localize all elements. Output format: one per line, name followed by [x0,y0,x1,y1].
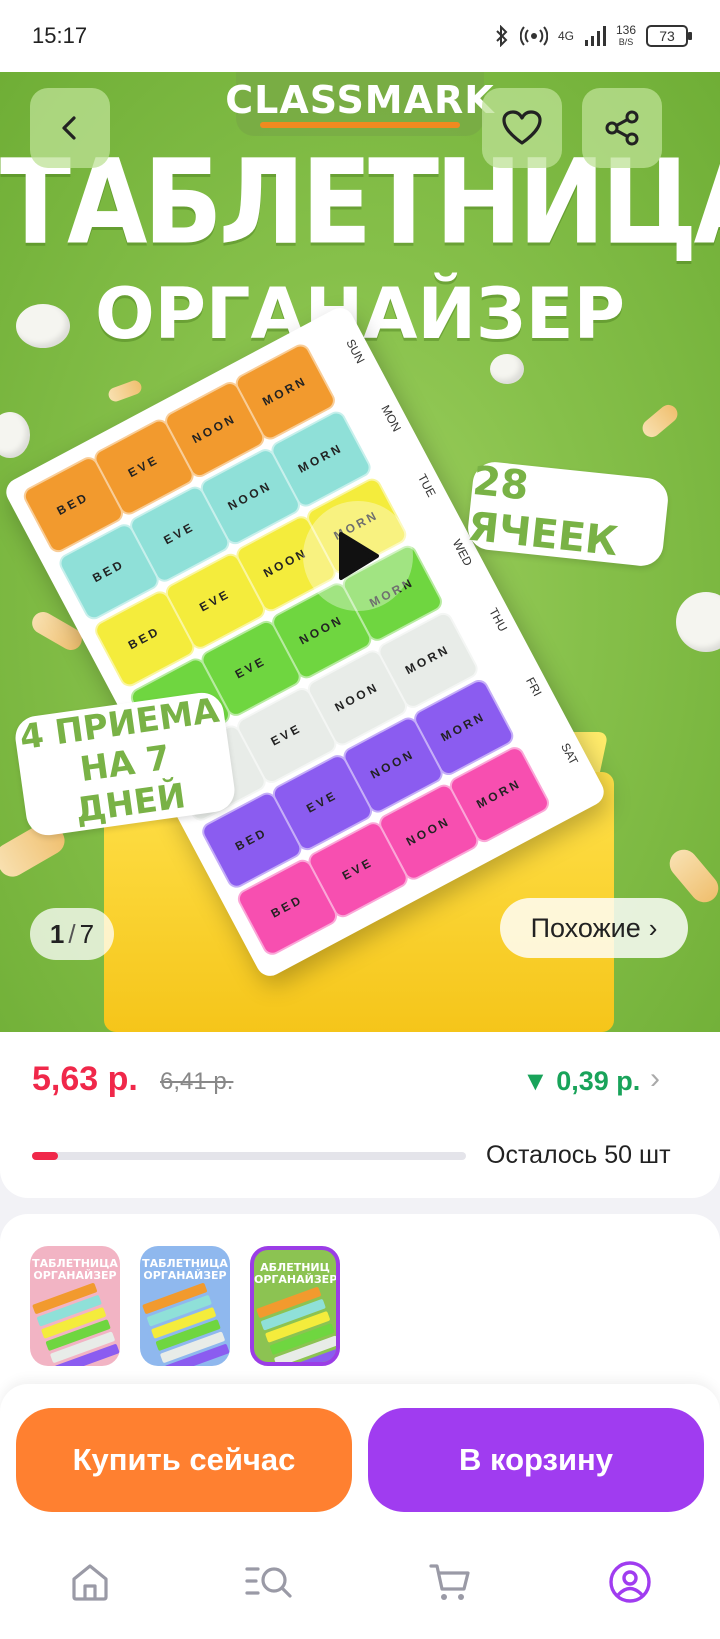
cell-slot-label: NOON [368,746,418,782]
cell-slot-label: NOON [403,813,453,849]
network-type: 4G [557,29,574,43]
counter-current: 1 [49,918,65,949]
bluetooth-icon [496,25,508,47]
counter-separator: / [68,918,76,949]
cell-slot-label: BED [90,556,128,586]
share-button[interactable] [582,88,662,168]
status-icons: 4G 136 B/S 73 [494,24,692,48]
nav-cart[interactable] [360,1524,540,1639]
signal-icon [584,26,606,46]
price-section: 5,63 р. 6,41 р. ▼ 0,39 р. › Осталось 50 … [0,1032,720,1198]
cell-slot-label: BED [232,825,270,854]
nav-home[interactable] [0,1524,180,1639]
similar-products-button[interactable]: Похожие › [500,898,688,958]
play-icon [339,532,379,580]
bottom-navigation [0,1524,720,1639]
brand-name: CLASSMARK [225,78,495,122]
old-price: 6,41 р. [160,1068,234,1095]
stock-progress-bar [32,1152,466,1160]
add-to-cart-button[interactable]: В корзину [368,1408,704,1512]
cell-slot-label: MORN [438,709,489,745]
home-icon [72,1563,108,1601]
nav-profile[interactable] [540,1524,720,1639]
image-counter: 1 / 7 [30,908,114,960]
buy-now-button[interactable]: Купить сейчас [16,1408,352,1512]
speed-unit: B/S [618,37,634,47]
pill-decoration [0,412,30,458]
product-thumbnail[interactable]: ТАБЛЕТНИЦА ОРГАНАЙЗЕР [140,1246,230,1366]
counter-total: 7 [79,918,95,949]
cell-slot-label: MORN [402,641,453,678]
badge-28-cells: 28 ЯЧЕЕК [466,458,671,569]
cell-slot-label: EVE [197,586,233,615]
cell-slot-label: EVE [232,653,269,682]
back-button[interactable] [30,88,110,168]
speed-value: 136 [615,23,636,37]
cell-slot-label: EVE [125,452,162,481]
nav-catalog[interactable] [180,1524,360,1639]
chevron-right-icon: › [648,912,658,943]
heart-icon [502,110,542,145]
cell-slot-label: NOON [189,411,239,447]
stock-progress-fill [32,1152,59,1160]
network-speed: 136 B/S [616,24,636,48]
cell-slot-label: BED [268,892,306,921]
brand-underline [260,122,460,128]
cart-icon [429,1563,470,1600]
cell-slot-label: MORN [260,373,310,409]
thumbnail-title: ТАБЛЕТНИЦА ОРГАНАЙЗЕР [32,1257,118,1282]
cell-slot-label: NOON [332,679,382,715]
capsule-decoration [663,844,720,908]
brand-logo: CLASSMARK [225,72,494,136]
discount-amount[interactable]: ▼ 0,39 р. [522,1066,640,1097]
product-thumbnail[interactable]: ТАБЛЕТНИЦА ОРГАНАЙЗЕР [30,1246,120,1366]
pill-decoration [676,592,720,652]
cell-slot-label: NOON [225,478,275,514]
product-gallery[interactable]: CLASSMARK ТАБЛЕТНИЦА ОРГАНАЙЗЕР MORN NOON… [0,72,720,1032]
favorite-button[interactable] [482,88,562,168]
cell-slot-label: MORN [295,440,346,476]
cell-slot-label: NOON [296,612,346,648]
cell-slot-label: EVE [339,854,376,883]
status-bar: 15:17 4G 136 B/S 73 [0,0,720,72]
thumbnail-organizer-image [142,1282,230,1366]
pill-decoration [490,354,524,384]
share-icon [605,110,639,146]
stock-remaining: Осталось 50 шт [486,1141,671,1169]
capsule-decoration [638,401,682,441]
play-video-button[interactable] [303,501,413,611]
profile-icon [609,1560,651,1603]
cell-slot-label: EVE [304,787,340,816]
thumbnail-title: ТАБЛЕТНИЦА ОРГАНАЙЗЕР [142,1257,228,1282]
status-time: 15:17 [32,23,88,48]
battery-level: 73 [659,28,675,44]
chevron-left-icon [62,116,76,140]
thumbnail-title: АБЛЕТНИЦ ОРГАНАЙЗЕР [254,1261,338,1286]
current-price: 5,63 р. [32,1060,138,1098]
thumbnail-organizer-image [32,1282,120,1366]
thumbnail-organizer-image [256,1286,336,1362]
similar-label: Похожие [530,912,641,943]
cell-slot-label: BED [125,623,163,653]
battery-icon: 73 [646,25,692,47]
cell-slot-label: BED [54,489,92,519]
cell-slot-label: MORN [474,776,524,812]
cell-slot-label: EVE [268,720,305,749]
hotspot-icon [519,26,548,46]
catalog-search-icon [245,1566,292,1598]
action-bar: Купить сейчас В корзину [0,1384,720,1524]
product-thumbnail[interactable]: АБЛЕТНИЦ ОРГАНАЙЗЕР [250,1246,340,1366]
chevron-right-icon[interactable]: › [650,1062,660,1096]
capsule-decoration [106,378,144,404]
cell-slot-label: EVE [161,519,198,548]
